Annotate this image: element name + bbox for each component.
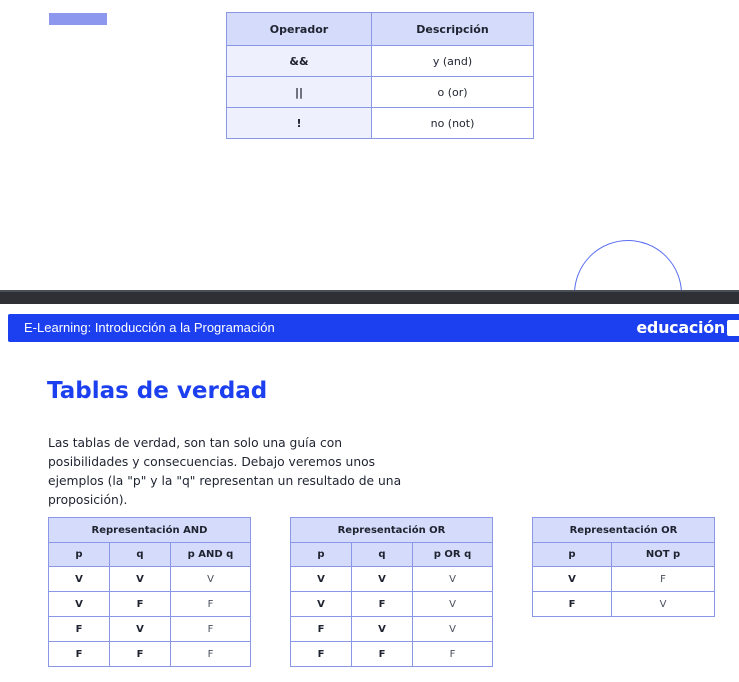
cell: V <box>412 591 493 617</box>
previous-page: Operador Descripción && y (and) || o (or… <box>0 0 739 348</box>
document-viewer: Operador Descripción && y (and) || o (or… <box>0 0 739 682</box>
cell: F <box>48 641 110 667</box>
cell: F <box>351 591 413 617</box>
cell: V <box>351 566 413 592</box>
table-row: VF <box>532 566 715 592</box>
operator-cell: ! <box>226 107 372 139</box>
truth-table-or: Representación OR p q p OR q VVV VFV FVV… <box>290 517 493 667</box>
cell: F <box>170 616 251 642</box>
operators-header-row: Operador Descripción <box>226 12 534 46</box>
cell: V <box>532 566 612 592</box>
operator-cell: || <box>226 76 372 108</box>
cell: F <box>351 641 413 667</box>
brand-logo: educación <box>636 318 725 337</box>
cell: V <box>611 591 715 617</box>
course-banner: E-Learning: Introducción a la Programaci… <box>8 314 739 342</box>
table-row: FVV <box>290 616 493 642</box>
truth-table-and: Representación AND p q p AND q VVV VFF F… <box>48 517 251 667</box>
cell: V <box>109 616 171 642</box>
cell: F <box>170 641 251 667</box>
cell: V <box>109 566 171 592</box>
page-divider <box>0 290 739 304</box>
description-cell: y (and) <box>371 45 534 77</box>
cell: V <box>48 566 110 592</box>
table-row: FVF <box>48 616 251 642</box>
cell: F <box>48 616 110 642</box>
cell: V <box>412 566 493 592</box>
cell: V <box>290 566 352 592</box>
accent-bar <box>49 13 107 25</box>
cell: V <box>290 591 352 617</box>
column-header: p AND q <box>170 542 251 567</box>
cell: F <box>611 566 715 592</box>
cell: F <box>109 641 171 667</box>
column-header: NOT p <box>611 542 715 567</box>
intro-paragraph: Las tablas de verdad, son tan solo una g… <box>48 436 402 507</box>
column-header: p <box>48 542 110 567</box>
cell: V <box>351 616 413 642</box>
truth-table-not: Representación OR p NOT p VF FV <box>532 517 715 617</box>
table-row: VVV <box>290 566 493 592</box>
description-cell: no (not) <box>371 107 534 139</box>
cell: V <box>412 616 493 642</box>
table-row: FV <box>532 591 715 617</box>
page-title: Tablas de verdad <box>47 378 268 404</box>
column-header: p <box>532 542 612 567</box>
table-row: && y (and) <box>226 45 534 77</box>
table-row: VVV <box>48 566 251 592</box>
cell: V <box>170 566 251 592</box>
cell: F <box>109 591 171 617</box>
table-row: ! no (not) <box>226 107 534 139</box>
operators-header-operator: Operador <box>226 12 372 46</box>
cell: F <box>290 641 352 667</box>
brand-logo-mark <box>727 320 739 336</box>
cell: V <box>48 591 110 617</box>
table-row: || o (or) <box>226 76 534 108</box>
cell: F <box>412 641 493 667</box>
table-caption: Representación OR <box>290 517 493 543</box>
cell: F <box>290 616 352 642</box>
course-title: E-Learning: Introducción a la Programaci… <box>24 320 275 335</box>
column-header: p <box>290 542 352 567</box>
slide-page: E-Learning: Introducción a la Programaci… <box>0 304 739 682</box>
table-row: VFF <box>48 591 251 617</box>
table-caption: Representación AND <box>48 517 251 543</box>
cell: F <box>532 591 612 617</box>
column-header: p OR q <box>412 542 493 567</box>
table-row: FFF <box>48 641 251 667</box>
description-cell: o (or) <box>371 76 534 108</box>
operators-header-description: Descripción <box>371 12 534 46</box>
table-row: FFF <box>290 641 493 667</box>
cell: F <box>170 591 251 617</box>
operators-table: Operador Descripción && y (and) || o (or… <box>226 12 534 139</box>
table-caption: Representación OR <box>532 517 715 543</box>
column-header: q <box>109 542 171 567</box>
table-row: VFV <box>290 591 493 617</box>
operator-cell: && <box>226 45 372 77</box>
column-header: q <box>351 542 413 567</box>
